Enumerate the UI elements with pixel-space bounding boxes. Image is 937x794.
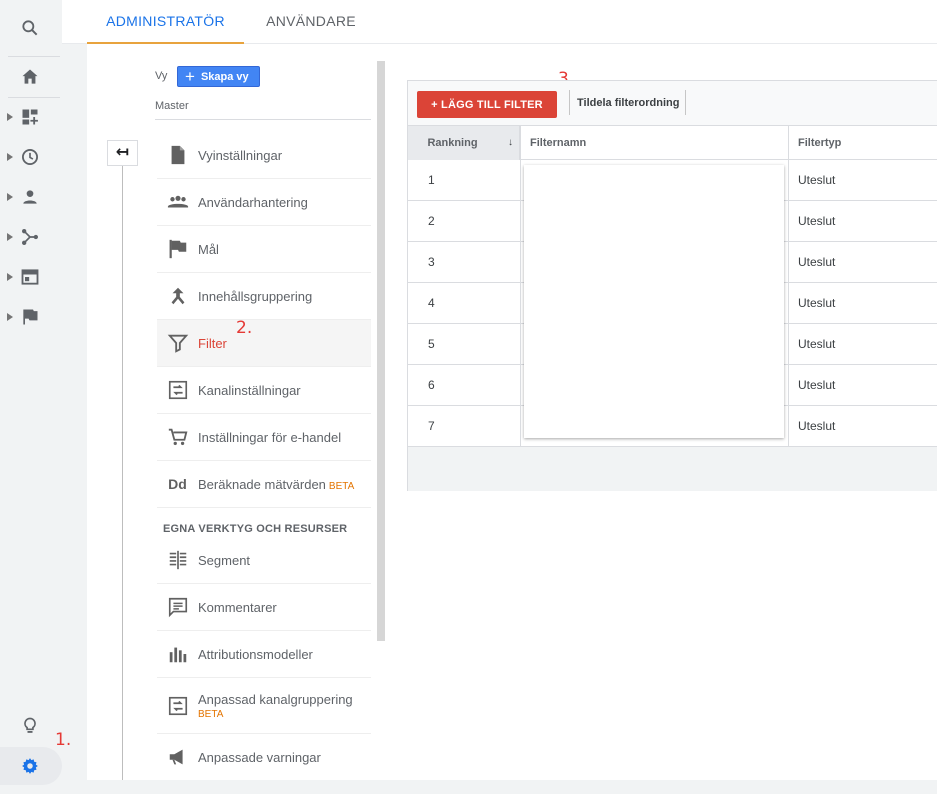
menu-item-label: Kanalinställningar: [198, 382, 301, 398]
menu-item-label: Inställningar för e-handel: [198, 429, 342, 445]
menu-item-calculated-metrics[interactable]: Dd Beräknade mätvärden BETA: [157, 461, 371, 508]
merge-icon: [157, 285, 198, 307]
menu-item-label: Innehållsgruppering: [198, 288, 313, 304]
row-filter-type: Uteslut: [798, 255, 836, 269]
filter-icon: [157, 332, 198, 354]
tree-connector-line: [122, 166, 123, 780]
toolbar-divider: [685, 90, 686, 115]
cart-icon: [157, 426, 198, 448]
section-heading-custom-tools: EGNA VERKTYG OCH RESURSER: [163, 523, 348, 535]
table-header: Rankning ↓ Filternamn Filtertyp: [408, 126, 937, 160]
column-scrollbar[interactable]: [377, 61, 385, 641]
menu-item-ecommerce-settings[interactable]: Inställningar för e-handel: [157, 414, 371, 461]
toolbar-divider: [569, 90, 570, 115]
row-filter-type: Uteslut: [798, 419, 836, 433]
channel-icon: [157, 695, 198, 717]
menu-item-filter[interactable]: Filter: [157, 320, 371, 367]
arrow-left-icon: ↤: [115, 144, 130, 161]
bar-chart-icon: [157, 643, 198, 665]
comment-icon: [157, 596, 198, 618]
row-rank: 2: [428, 214, 435, 228]
menu-item-label: Beräknade mätvärden: [198, 476, 326, 492]
row-filter-type: Uteslut: [798, 214, 836, 228]
filter-toolbar: + LÄGG TILL FILTER Tildela filterordning: [408, 81, 937, 126]
create-view-button[interactable]: + Skapa vy: [177, 66, 260, 87]
clock-icon[interactable]: [10, 137, 50, 177]
tab-users[interactable]: ANVÄNDARE: [252, 0, 370, 44]
menu-item-label: Anpassad kanalgruppering: [198, 691, 353, 707]
people-icon: [157, 191, 198, 213]
page-bottom-strip: [62, 780, 937, 794]
redacted-filter-names-overlay: [524, 165, 784, 438]
annotation-step-1: 1.: [55, 730, 72, 750]
menu-item-label: Mål: [198, 241, 219, 257]
column-header-label: Rankning: [427, 137, 478, 149]
annotation-step-2: 2.: [236, 318, 253, 338]
assign-filter-order-link[interactable]: Tildela filterordning: [577, 97, 679, 109]
row-rank: 4: [428, 296, 435, 310]
row-rank: 5: [428, 337, 435, 351]
lightbulb-icon[interactable]: [10, 706, 50, 746]
menu-item-goals[interactable]: Mål: [157, 226, 371, 273]
menu-item-custom-channel-grouping[interactable]: Anpassad kanalgruppering BETA: [157, 678, 371, 734]
admin-tab-bar: ADMINISTRATÖR ANVÄNDARE: [62, 0, 937, 44]
segment-icon: [157, 549, 198, 571]
row-rank: 6: [428, 378, 435, 392]
menu-item-attribution-models[interactable]: Attributionsmodeller: [157, 631, 371, 678]
filter-table-panel: + LÄGG TILL FILTER Tildela filterordning…: [407, 80, 937, 491]
home-icon[interactable]: [10, 57, 50, 97]
menu-item-label: Vyinställningar: [198, 147, 283, 163]
behavior-icon[interactable]: [10, 257, 50, 297]
menu-item-user-management[interactable]: Användarhantering: [157, 179, 371, 226]
acquisition-icon[interactable]: [10, 217, 50, 257]
selected-view-name[interactable]: Master: [155, 100, 189, 112]
column-header-filter-type[interactable]: Filtertyp: [798, 126, 841, 160]
document-icon: [157, 144, 198, 166]
column-header-rank[interactable]: Rankning ↓: [408, 126, 520, 160]
menu-item-label: Användarhantering: [198, 194, 308, 210]
row-filter-type: Uteslut: [798, 337, 836, 351]
add-filter-button[interactable]: + LÄGG TILL FILTER: [417, 91, 557, 118]
row-filter-type: Uteslut: [798, 296, 836, 310]
row-filter-type: Uteslut: [798, 173, 836, 187]
menu-item-label: Segment: [198, 552, 251, 568]
menu-item-view-settings[interactable]: Vyinställningar: [157, 132, 371, 179]
view-selector-underline: [155, 119, 371, 120]
search-icon[interactable]: [10, 8, 50, 48]
sort-down-icon: ↓: [508, 137, 513, 148]
collapse-column-button[interactable]: ↤: [107, 140, 138, 166]
person-icon[interactable]: [10, 177, 50, 217]
menu-item-label: Filter: [198, 335, 227, 351]
dd-icon: Dd: [168, 476, 187, 492]
menu-item-label: Attributionsmodeller: [198, 646, 313, 662]
dashboard-icon[interactable]: [10, 97, 50, 137]
row-rank: 3: [428, 255, 435, 269]
menu-item-channel-settings[interactable]: Kanalinställningar: [157, 367, 371, 414]
beta-badge: BETA: [198, 708, 224, 720]
column-divider: [520, 126, 521, 447]
tab-administrator[interactable]: ADMINISTRATÖR: [87, 0, 244, 44]
gear-icon[interactable]: [10, 746, 50, 786]
column-divider: [788, 126, 789, 447]
channel-icon: [157, 379, 198, 401]
menu-item-custom-alerts[interactable]: Anpassade varningar: [157, 734, 371, 781]
megaphone-icon: [157, 746, 198, 768]
view-label: Vy: [155, 70, 168, 82]
menu-item-label: Anpassade varningar: [198, 749, 321, 765]
table-footer: [408, 447, 937, 491]
flag-icon: [157, 238, 198, 260]
menu-item-annotations[interactable]: Kommentarer: [157, 584, 371, 631]
flag-icon[interactable]: [10, 297, 50, 337]
create-view-label: Skapa vy: [200, 70, 249, 83]
menu-item-segments[interactable]: Segment: [157, 537, 371, 584]
menu-item-content-grouping[interactable]: Innehållsgruppering: [157, 273, 371, 320]
plus-icon: +: [185, 67, 195, 86]
column-header-filter-name[interactable]: Filternamn: [530, 126, 586, 160]
left-nav-rail: [0, 0, 62, 794]
row-rank: 7: [428, 419, 435, 433]
row-rank: 1: [428, 173, 435, 187]
menu-item-label: Kommentarer: [198, 599, 277, 615]
beta-badge: BETA: [328, 480, 355, 492]
row-filter-type: Uteslut: [798, 378, 836, 392]
